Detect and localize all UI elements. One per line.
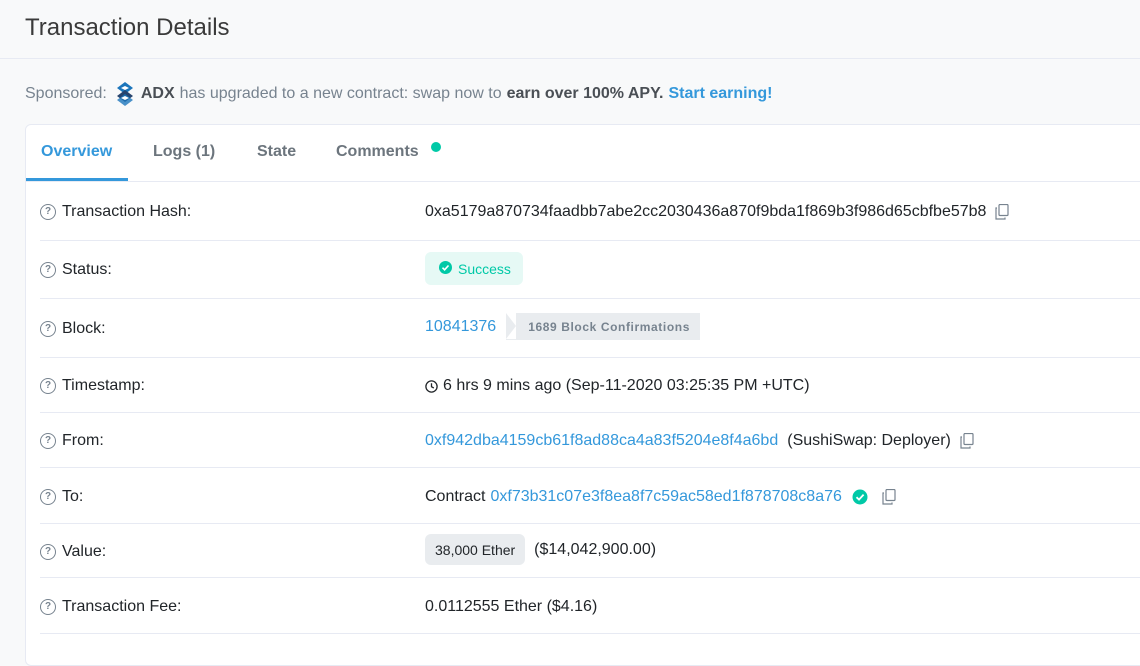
help-icon[interactable]: ? <box>40 489 56 505</box>
block-number-link[interactable]: 10841376 <box>425 318 496 336</box>
tab-bar: Overview Logs (1) State Comments <box>26 125 1140 182</box>
header-divider <box>0 58 1140 59</box>
start-earning-link[interactable]: Start earning! <box>668 85 772 103</box>
row-to: ? To: Contract 0xf73b31c07e3f8ea8f7c59ac… <box>40 467 1140 524</box>
status-value: Success <box>458 260 511 277</box>
transaction-hash-value[interactable]: 0xa5179a870734faadbb7abe2cc2030436a870f9… <box>425 203 986 221</box>
page-title: Transaction Details <box>25 14 230 41</box>
transaction-card: Overview Logs (1) State Comments ? Trans… <box>25 124 1140 666</box>
block-label: Block: <box>62 320 106 337</box>
row-block: ? Block: 10841376 1689 Block Confirmatio… <box>40 298 1140 358</box>
tab-state[interactable]: State <box>257 143 296 161</box>
help-icon[interactable]: ? <box>40 599 56 615</box>
row-transaction-fee: ? Transaction Fee: 0.0112555 Ether ($4.1… <box>40 577 1140 634</box>
value-usd: ($14,042,900.00) <box>534 540 657 558</box>
clock-icon <box>425 379 438 393</box>
adx-logo-icon <box>116 82 134 106</box>
from-label: From: <box>62 432 104 449</box>
help-icon[interactable]: ? <box>40 321 56 337</box>
sponsor-brand: ADX <box>140 85 175 102</box>
sponsor-text: has upgraded to a new contract: swap now… <box>179 85 502 102</box>
timestamp-value: 6 hrs 9 mins ago (Sep-11-2020 03:25:35 P… <box>443 377 810 394</box>
to-contract-prefix: Contract <box>425 488 486 505</box>
status-badge: Success <box>425 252 523 285</box>
check-circle-icon <box>439 260 452 277</box>
copy-icon[interactable] <box>960 432 974 449</box>
copy-icon[interactable] <box>995 203 1010 220</box>
block-confirmations-badge: 1689 Block Confirmations <box>506 313 700 340</box>
row-timestamp: ? Timestamp: 6 hrs 9 mins ago (Sep-11-20… <box>40 357 1140 413</box>
verified-check-icon <box>852 489 868 505</box>
status-label: Status: <box>62 261 112 278</box>
comments-indicator-dot <box>431 142 441 152</box>
help-icon[interactable]: ? <box>40 262 56 278</box>
timestamp-label: Timestamp: <box>62 377 145 394</box>
sponsored-banner: Sponsored: ADX has upgraded to a new con… <box>25 82 772 106</box>
transaction-hash-label: Transaction Hash: <box>62 203 192 220</box>
value-label: Value: <box>62 543 107 560</box>
tab-logs[interactable]: Logs (1) <box>153 143 215 161</box>
copy-icon[interactable] <box>882 488 896 505</box>
sponsor-emphasis: earn over 100% APY. <box>506 85 664 102</box>
help-icon[interactable]: ? <box>40 544 56 560</box>
from-address-link[interactable]: 0xf942dba4159cb61f8ad88ca4a83f5204e8f4a6… <box>425 432 778 450</box>
transaction-fee-label: Transaction Fee: <box>62 598 182 615</box>
help-icon[interactable]: ? <box>40 378 56 394</box>
transaction-fee-value: 0.0112555 Ether ($4.16) <box>425 598 598 615</box>
row-status: ? Status: Success <box>40 240 1140 299</box>
value-amount-badge: 38,000 Ether <box>425 534 526 565</box>
tab-overview[interactable]: Overview <box>41 143 112 161</box>
row-transaction-hash: ? Transaction Hash: 0xa5179a870734faadbb… <box>40 181 1140 241</box>
to-label: To: <box>62 488 84 505</box>
from-address-tag: (SushiSwap: Deployer) <box>787 432 951 449</box>
tab-comments[interactable]: Comments <box>336 143 419 161</box>
help-icon[interactable]: ? <box>40 204 56 220</box>
row-from: ? From: 0xf942dba4159cb61f8ad88ca4a83f52… <box>40 412 1140 468</box>
sponsored-prefix: Sponsored: <box>25 85 107 102</box>
help-icon[interactable]: ? <box>40 433 56 449</box>
to-address-link[interactable]: 0xf73b31c07e3f8ea8f7c59ac58ed1f878708c8a… <box>490 488 841 506</box>
row-value: ? Value: 38,000 Ether ($14,042,900.00) <box>40 523 1140 578</box>
